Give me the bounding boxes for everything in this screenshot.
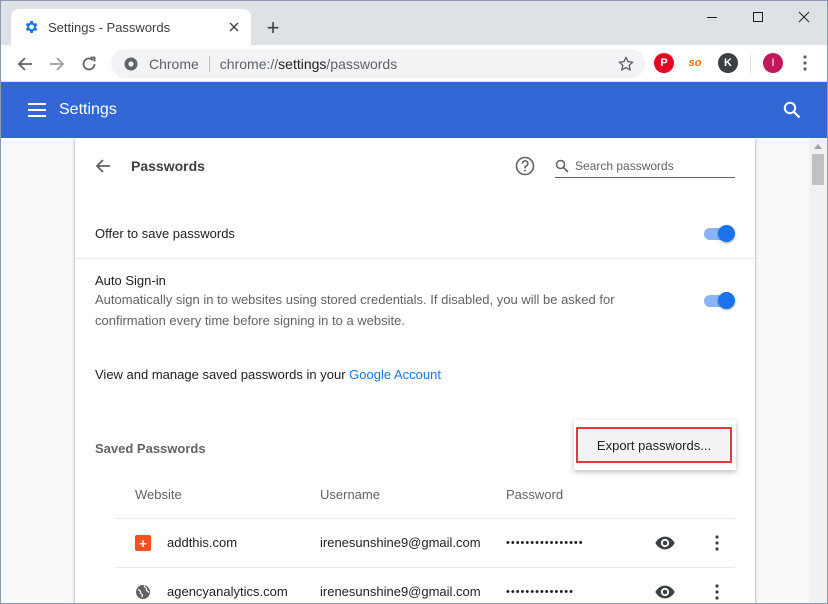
browser-menu-icon[interactable] xyxy=(795,53,815,73)
omnibox-separator xyxy=(208,55,210,72)
password-entry-password: •••••••••••••• xyxy=(506,586,574,598)
scroll-up-arrow-icon[interactable] xyxy=(809,138,827,154)
profile-avatar[interactable]: I xyxy=(763,53,783,73)
offer-to-save-label: Offer to save passwords xyxy=(95,226,235,241)
back-arrow-icon[interactable] xyxy=(93,156,113,176)
auto-signin-label: Auto Sign-in xyxy=(95,273,166,288)
row-more-actions-icon[interactable] xyxy=(709,532,725,554)
settings-gear-icon xyxy=(23,19,39,35)
saved-passwords-heading: Saved Passwords xyxy=(95,441,206,456)
toolbar-separator xyxy=(750,55,751,73)
browser-toolbar: Chrome chrome://settings/passwords P so … xyxy=(1,45,827,82)
close-window-icon[interactable] xyxy=(781,1,827,33)
divider xyxy=(75,258,755,259)
divider xyxy=(115,567,735,568)
search-passwords-field[interactable] xyxy=(555,154,735,178)
tab-title: Settings - Passwords xyxy=(48,19,171,35)
password-entry-username: irenesunshine9@gmail.com xyxy=(320,535,481,550)
so-extension-icon[interactable]: so xyxy=(685,53,705,73)
site-chip: Chrome xyxy=(149,55,199,72)
show-password-eye-icon[interactable] xyxy=(654,532,676,554)
google-account-link[interactable]: Google Account xyxy=(349,367,441,382)
password-entry-password: •••••••••••••••• xyxy=(506,537,584,549)
maximize-icon[interactable] xyxy=(735,1,781,33)
page-scrollbar[interactable] xyxy=(809,138,827,603)
page-title: Passwords xyxy=(131,158,205,174)
back-icon[interactable] xyxy=(11,50,39,78)
k-extension-icon[interactable]: K xyxy=(718,53,738,73)
address-bar[interactable]: Chrome chrome://settings/passwords xyxy=(111,49,645,78)
auto-signin-description: Automatically sign in to websites using … xyxy=(95,292,615,328)
toggle-knob xyxy=(718,292,735,309)
row-more-actions-icon[interactable] xyxy=(709,581,725,603)
password-entry-website[interactable]: agencyanalytics.com xyxy=(167,584,288,599)
hamburger-menu-icon[interactable] xyxy=(25,98,49,122)
settings-search-icon[interactable] xyxy=(780,98,804,122)
column-header-username: Username xyxy=(320,487,380,502)
passwords-card: Passwords Offer to save passwords Auto S… xyxy=(75,138,755,603)
auto-signin-toggle[interactable] xyxy=(702,292,736,309)
pinterest-icon[interactable]: P xyxy=(654,53,674,73)
reload-icon[interactable] xyxy=(75,50,103,78)
globe-favicon-icon xyxy=(135,584,151,600)
url-text: chrome://settings/passwords xyxy=(219,55,398,72)
bookmark-star-icon[interactable] xyxy=(617,55,635,73)
search-icon xyxy=(555,159,569,173)
addthis-favicon-icon: + xyxy=(135,535,151,551)
settings-header: Settings xyxy=(1,82,827,138)
manage-passwords-text: View and manage saved passwords in your … xyxy=(95,367,441,382)
close-tab-icon[interactable] xyxy=(225,18,243,36)
chrome-site-icon xyxy=(123,56,139,72)
show-password-eye-icon[interactable] xyxy=(654,581,676,603)
search-passwords-input[interactable] xyxy=(575,158,725,173)
export-passwords-menu-item[interactable]: Export passwords... xyxy=(576,427,732,463)
browser-window: Settings - Passwords + Chrome chrome://s… xyxy=(0,0,828,604)
minimize-icon[interactable] xyxy=(689,1,735,33)
divider xyxy=(115,518,735,519)
help-icon[interactable] xyxy=(514,155,536,177)
settings-title: Settings xyxy=(59,101,117,118)
column-header-website: Website xyxy=(135,487,182,502)
tab-strip: Settings - Passwords + xyxy=(1,1,827,45)
forward-icon[interactable] xyxy=(43,50,71,78)
toggle-knob xyxy=(718,225,735,242)
column-header-password: Password xyxy=(506,487,564,502)
new-tab-button[interactable]: + xyxy=(261,15,285,40)
tab-settings-passwords[interactable]: Settings - Passwords xyxy=(11,9,251,45)
offer-to-save-toggle[interactable] xyxy=(702,225,736,242)
password-entry-username: irenesunshine9@gmail.com xyxy=(320,584,481,599)
export-menu: Export passwords... xyxy=(574,420,736,470)
scrollbar-thumb[interactable] xyxy=(812,154,824,185)
password-entry-website[interactable]: addthis.com xyxy=(167,535,237,550)
